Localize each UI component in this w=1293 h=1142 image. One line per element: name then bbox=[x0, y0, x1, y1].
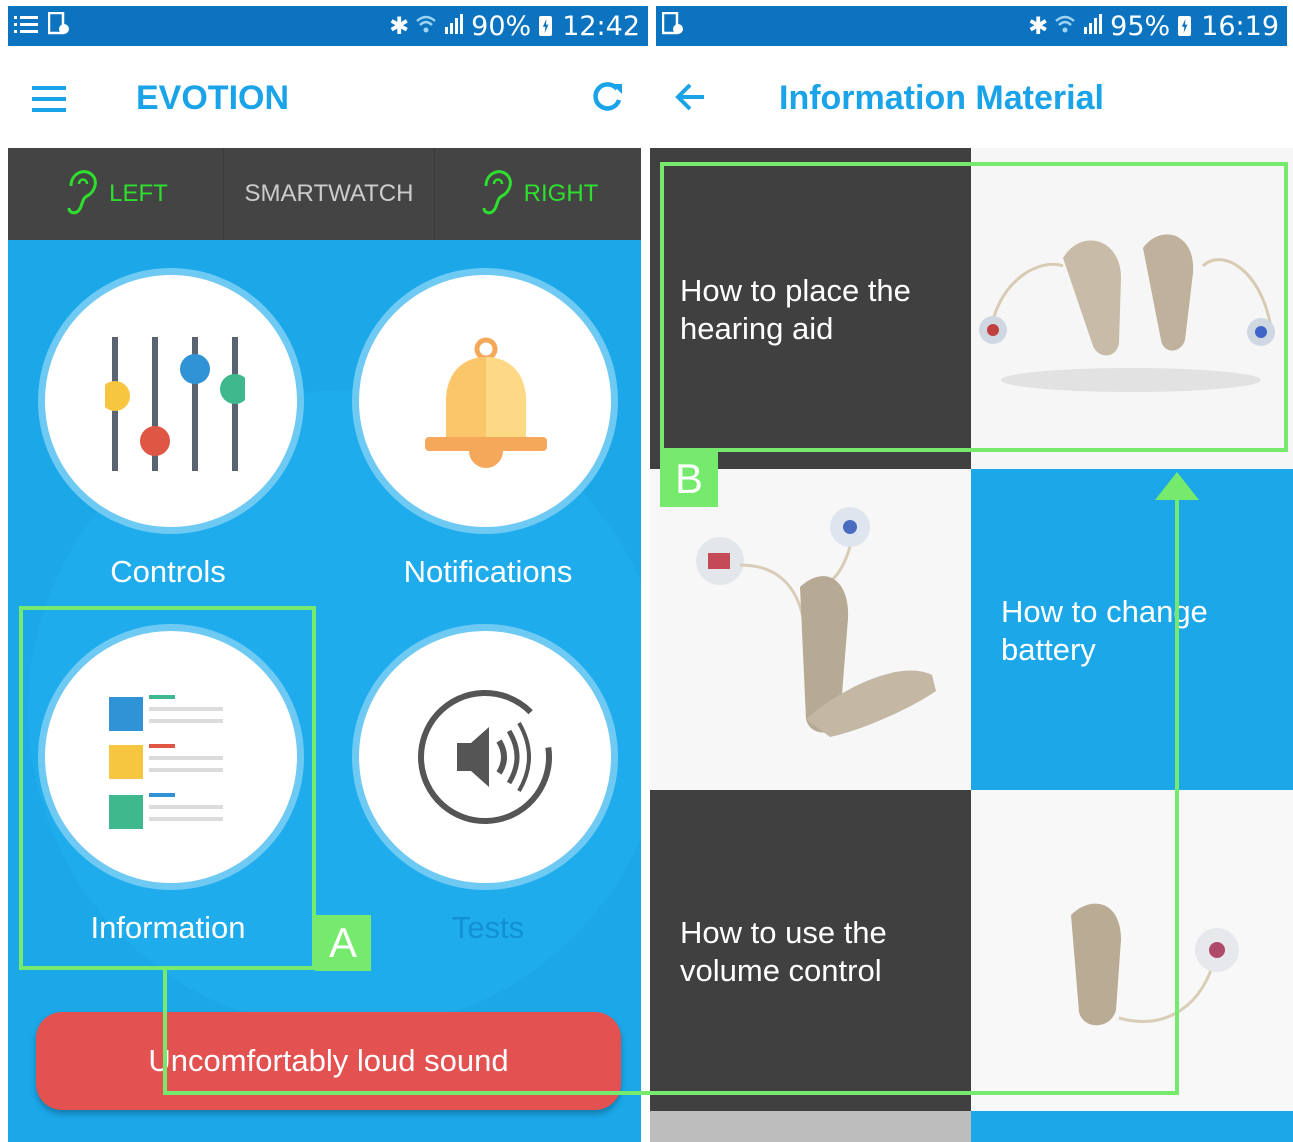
annotation-connector-arrow bbox=[163, 472, 1199, 1095]
